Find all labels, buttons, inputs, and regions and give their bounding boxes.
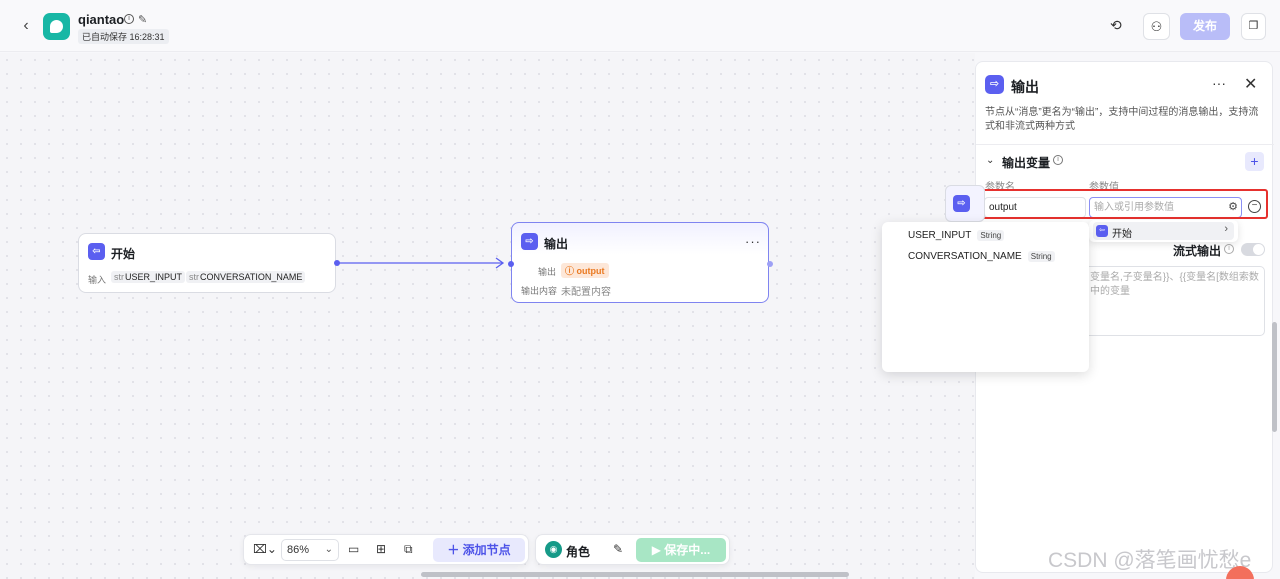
comment-icon[interactable]: ▭ [348, 542, 359, 556]
chevron-down-icon: ⌄ [324, 544, 333, 555]
variable-list-menu: USER_INPUT String CONVERSATION_NAME String [882, 222, 1089, 372]
output-var-tag: ⓘ output [561, 263, 609, 278]
layout-icon: ❐ [1248, 20, 1259, 32]
start-output-port[interactable] [334, 260, 340, 266]
canvas-toolbar: ⌧⌄ 86% ⌄ ▭ ⊞ ⧉ ＋ 添加节点 [243, 534, 529, 565]
output-input-port[interactable] [508, 261, 514, 267]
info-icon[interactable]: i [1053, 155, 1063, 165]
chevron-down-icon[interactable]: ⌄ [986, 155, 994, 166]
variable-source-menu: ⇦ 开始 › [1089, 220, 1238, 242]
panel-title: 输出 [1011, 79, 1039, 95]
input-tag: strUSER_INPUT [111, 271, 186, 283]
start-node-icon: ⇦ [88, 243, 105, 260]
stream-output-label: 流式输出 [1173, 244, 1222, 258]
close-icon[interactable]: ✕ [1244, 74, 1257, 94]
start-node-icon: ⇦ [1096, 225, 1108, 237]
save-button[interactable]: ▶ 保存中... [636, 538, 726, 562]
publish-button[interactable]: 发布 [1180, 13, 1230, 40]
output-node-icon: ⇨ [521, 233, 538, 250]
chevron-right-icon: › [1224, 223, 1228, 235]
list-item[interactable]: USER_INPUT String [908, 230, 1005, 241]
collaborators-button[interactable]: ⚇ [1143, 13, 1170, 40]
menu-item-label: 开始 [1112, 229, 1132, 240]
stream-toggle[interactable] [1241, 243, 1265, 256]
zoom-select[interactable]: 86% ⌄ [281, 539, 339, 561]
users-icon: ⚇ [1150, 19, 1163, 34]
info-icon[interactable]: i [1224, 244, 1234, 254]
mouse-mode-icon[interactable]: ⌧⌄ [253, 542, 277, 556]
output-panel-icon: ⇨ [985, 75, 1004, 94]
minimap-icon[interactable]: ⧉ [404, 542, 413, 557]
role-button[interactable]: 角色 [566, 543, 590, 560]
start-node-title: 开始 [111, 247, 136, 261]
output-content-value: 未配置内容 [561, 287, 611, 298]
highlight-box [969, 189, 1268, 219]
content-hint: 变量名,子变量名}}、{{变量名[数组索数中的变量 [1090, 272, 1259, 297]
role-avatar-icon: ◉ [545, 541, 562, 558]
output-node-icon: ⇨ [953, 195, 970, 212]
output-node-title: 输出 [544, 237, 569, 251]
divider [976, 144, 1274, 145]
layout-toggle-button[interactable]: ❐ [1241, 13, 1266, 40]
list-item[interactable]: CONVERSATION_NAME String [908, 251, 1055, 262]
horizontal-scrollbar[interactable] [421, 572, 849, 577]
start-node[interactable]: ⇦ 开始 输入 strUSER_INPUT strCONVERSATION_NA… [78, 233, 340, 293]
wrench-icon[interactable]: ✎ [613, 542, 623, 556]
more-icon[interactable]: ··· [745, 234, 761, 249]
output-var-label: 输出 [538, 267, 557, 277]
add-variable-button[interactable]: + [1245, 152, 1264, 171]
grid-icon[interactable]: ⊞ [376, 542, 386, 556]
section-title: 输出变量 [1002, 156, 1051, 170]
output-content-label: 输出内容 [521, 286, 558, 296]
start-input-label: 输入 [88, 275, 107, 285]
history-icon[interactable]: ⟲ [1110, 17, 1122, 34]
node-preview: ⇨ [945, 185, 985, 222]
panel-description: 节点从“消息”更名为“输出”，支持中间过程的消息输出，支持流式和非流式两种方式 [985, 107, 1259, 132]
watermark: CSDN @落笔画忧愁e [1048, 549, 1252, 572]
input-tag: strCONVERSATION_NAME [186, 271, 306, 283]
more-icon[interactable]: ··· [1212, 75, 1226, 91]
output-node[interactable]: ⇨ 输出 ··· 输出 ⓘ output 输出内容 未配置内容 [508, 222, 773, 303]
menu-item-start[interactable]: ⇦ 开始 › [1093, 222, 1234, 240]
vertical-scrollbar[interactable] [1272, 322, 1277, 432]
add-node-button[interactable]: ＋ 添加节点 [433, 538, 525, 562]
output-output-port[interactable] [767, 261, 773, 267]
run-toolbar: ◉ 角色 ✎ ▶ 保存中... [535, 534, 730, 565]
zoom-value: 86% [287, 544, 310, 556]
